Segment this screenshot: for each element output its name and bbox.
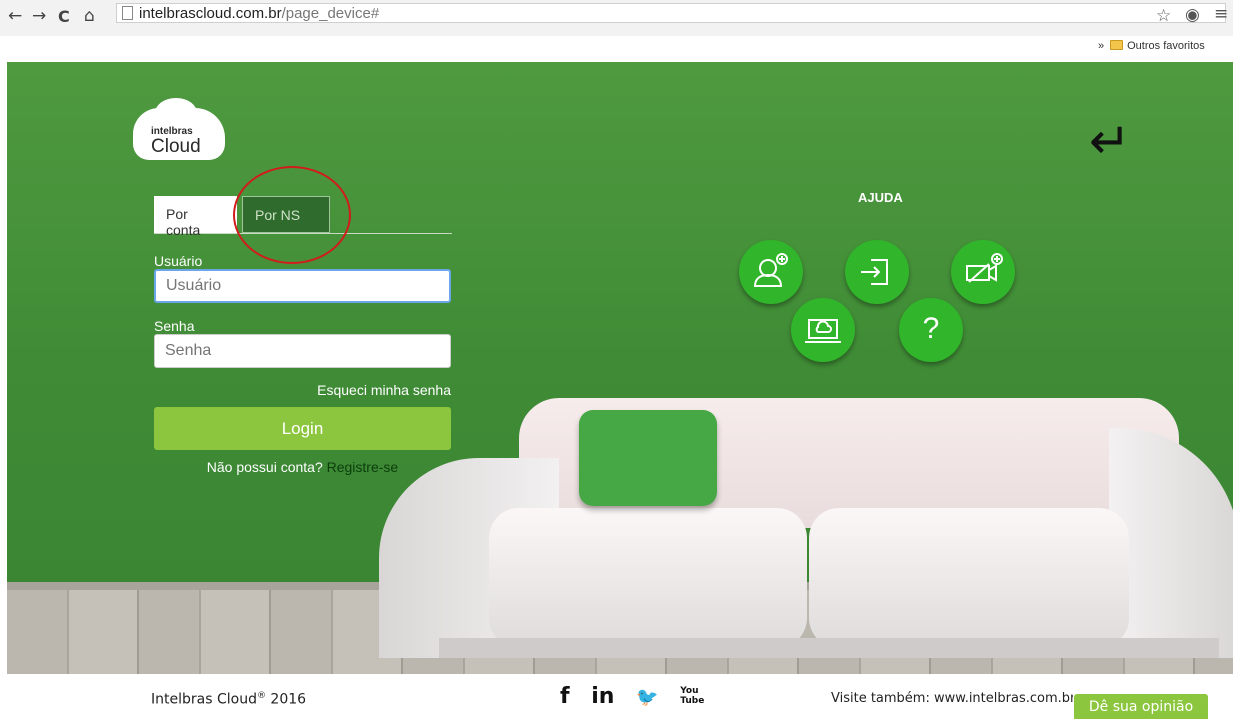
password-label: Senha xyxy=(154,318,195,334)
cloud-device-icon[interactable] xyxy=(791,298,855,362)
hero-background: intelbras Cloud ↵ Por conta Por NS Usuár… xyxy=(7,62,1233,674)
bookmark-overflow-chevron[interactable]: » xyxy=(1098,40,1104,52)
add-camera-icon[interactable] xyxy=(951,240,1015,304)
password-input[interactable] xyxy=(154,334,451,368)
folder-icon xyxy=(1110,40,1124,50)
star-icon[interactable]: ☆ xyxy=(1156,6,1171,26)
reload-button[interactable]: C xyxy=(58,7,70,26)
back-button[interactable]: ← xyxy=(8,6,22,26)
copyright: Intelbras Cloud® 2016 xyxy=(151,691,307,708)
login-icon[interactable] xyxy=(845,240,909,304)
twitter-icon[interactable]: 🐦 xyxy=(636,687,658,708)
forward-button[interactable]: → xyxy=(32,6,46,26)
youtube-icon[interactable]: You Tube xyxy=(680,686,704,706)
question-icon[interactable]: ? xyxy=(899,298,963,362)
annotation-circle xyxy=(233,166,351,264)
feedback-button[interactable]: Dê sua opinião xyxy=(1074,694,1208,719)
help-title: AJUDA xyxy=(858,190,903,205)
user-label: Usuário xyxy=(154,253,203,269)
home-button[interactable]: ⌂ xyxy=(84,6,95,26)
user-input[interactable] xyxy=(154,269,451,303)
url-text: intelbrascloud.com.br/page_device# xyxy=(139,5,380,22)
green-pillow xyxy=(579,410,717,506)
browser-chrome: ← → C ⌂ intelbrascloud.com.br/page_devic… xyxy=(0,0,1233,36)
no-account-text: Não possui conta? xyxy=(206,459,323,475)
linkedin-icon[interactable]: in xyxy=(591,684,614,709)
menu-icon[interactable]: ≡ xyxy=(1214,4,1228,24)
logo-product: Cloud xyxy=(151,136,201,157)
social-links: f in 🐦 You Tube xyxy=(560,684,714,709)
bookmark-bar: » Outros favoritos xyxy=(1098,40,1205,56)
facebook-icon[interactable]: f xyxy=(560,684,570,709)
tab-por-conta[interactable]: Por conta xyxy=(154,196,237,238)
intelbras-cloud-logo: intelbras Cloud xyxy=(133,98,225,160)
visit-text[interactable]: Visite também: www.intelbras.com.br xyxy=(831,691,1073,706)
return-arrow-icon[interactable]: ↵ xyxy=(1089,116,1131,166)
bookmark-folder-label[interactable]: Outros favoritos xyxy=(1127,40,1205,52)
footer: Intelbras Cloud® 2016 f in 🐦 You Tube Vi… xyxy=(0,674,1233,719)
address-bar[interactable]: intelbrascloud.com.br/page_device# xyxy=(116,3,1226,23)
page-icon xyxy=(122,6,133,20)
add-user-icon[interactable] xyxy=(739,240,803,304)
extension-icon[interactable]: ◉ xyxy=(1185,5,1200,25)
forgot-password-link[interactable]: Esqueci minha senha xyxy=(154,382,451,398)
sofa-illustration xyxy=(379,398,1233,674)
